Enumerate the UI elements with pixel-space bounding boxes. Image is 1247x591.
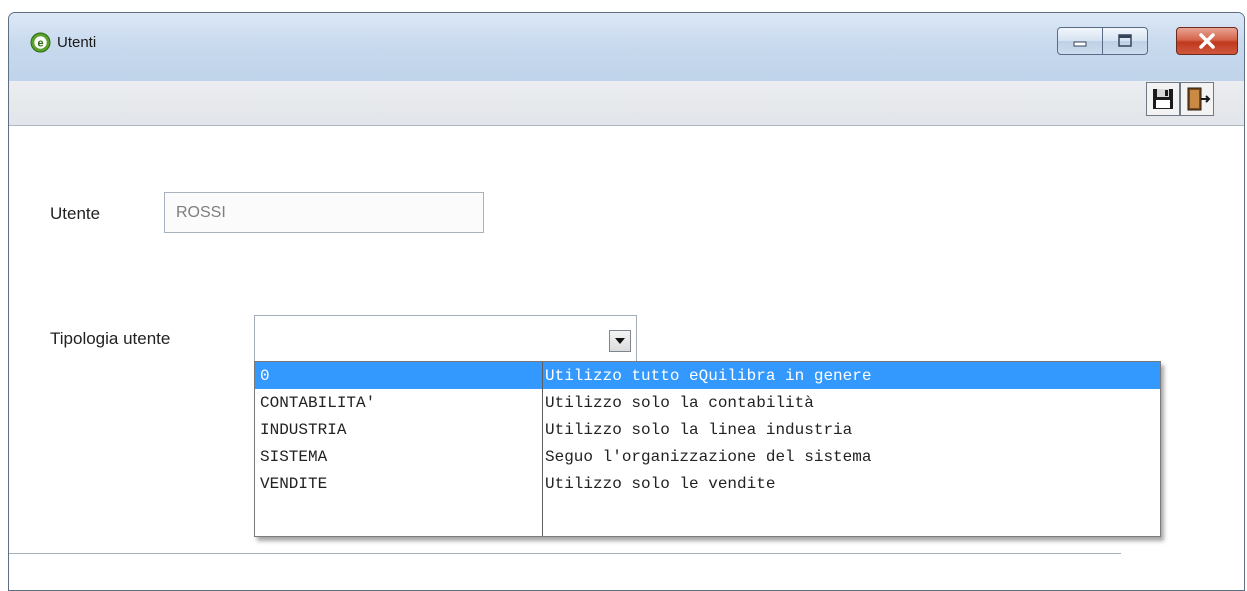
user-input[interactable]: ROSSI — [164, 192, 484, 233]
dropdown-option[interactable]: 0 Utilizzo tutto eQuilibra in genere — [255, 362, 1160, 389]
exit-door-icon — [1187, 87, 1211, 111]
option-description: Utilizzo tutto eQuilibra in genere — [545, 367, 872, 385]
option-code: CONTABILITA' — [260, 394, 376, 412]
maximize-button[interactable] — [1102, 27, 1148, 55]
option-code: SISTEMA — [260, 448, 328, 466]
save-button[interactable] — [1146, 82, 1180, 116]
option-description: Utilizzo solo la linea industria — [545, 421, 853, 439]
minimize-button[interactable] — [1057, 27, 1103, 55]
option-code: 0 — [260, 367, 270, 385]
column-separator — [542, 362, 543, 536]
close-icon — [1199, 33, 1215, 49]
close-button[interactable] — [1176, 27, 1238, 55]
user-type-combobox[interactable] — [254, 315, 637, 362]
dropdown-option[interactable]: SISTEMA Seguo l'organizzazione del sistem… — [255, 443, 1160, 470]
bottom-divider — [9, 553, 1121, 554]
minimize-icon — [1073, 41, 1087, 47]
exit-button[interactable] — [1180, 82, 1214, 116]
option-code: INDUSTRIA — [260, 421, 347, 439]
user-label: Utente — [50, 204, 101, 223]
toolbar — [9, 81, 1244, 126]
option-description: Utilizzo solo la contabilità — [545, 394, 814, 412]
option-description: Utilizzo solo le vendite — [545, 475, 776, 493]
maximize-icon — [1118, 34, 1132, 47]
svg-text:e: e — [37, 38, 43, 50]
user-type-dropdown-list: VENDITE Utilizzo solo le vendite SISTEMA Se… — [254, 361, 1161, 537]
window-title: Utenti — [57, 34, 97, 51]
save-icon — [1153, 89, 1173, 109]
dropdown-arrow-button[interactable] — [609, 330, 631, 352]
dropdown-option[interactable]: VENDITE Utilizzo solo le vendite — [255, 470, 1160, 497]
utenti-window: e Utenti Utente ROSSI Tipologia utente V… — [8, 12, 1245, 591]
option-description: Seguo l'organizzazione del sistema — [545, 448, 872, 466]
option-code: VENDITE — [260, 475, 328, 493]
title-bar[interactable]: e Utenti — [9, 13, 1244, 81]
dropdown-option[interactable]: CONTABILITA' Utilizzo solo la contabilità — [255, 389, 1160, 416]
dropdown-option[interactable]: INDUSTRIA Utilizzo solo la linea industri… — [255, 416, 1160, 443]
user-type-label: Tipologia utente — [50, 329, 171, 348]
equilibra-app-icon: e — [30, 32, 51, 53]
